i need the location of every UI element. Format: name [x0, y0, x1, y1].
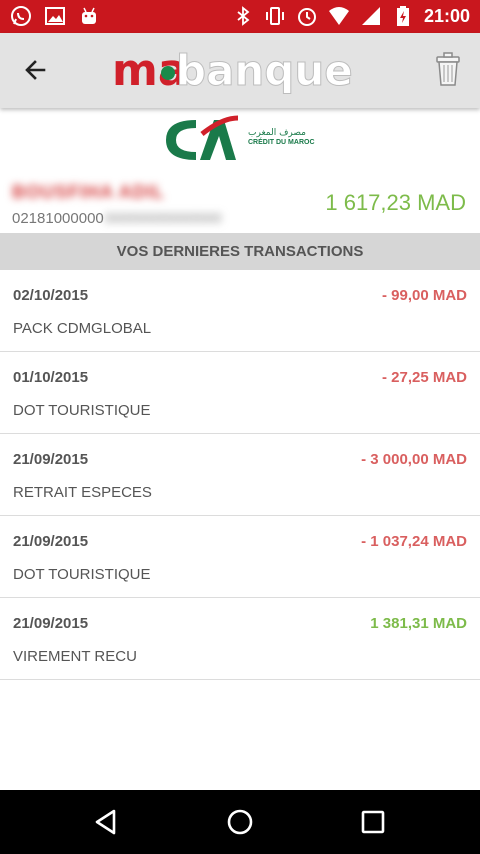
home-circle-icon [227, 809, 253, 835]
account-holder-name: BOUSFIHA ADIL [12, 182, 165, 202]
transactions-list: 02/10/2015 - 99,00 MAD PACK CDMGLOBAL 01… [0, 270, 480, 680]
nav-back-button[interactable] [90, 806, 122, 838]
transaction-amount: 1 381,31 MAD [370, 615, 467, 632]
alarm-icon [296, 5, 318, 27]
delete-button[interactable] [434, 50, 462, 88]
transaction-amount: - 27,25 MAD [381, 369, 467, 386]
transaction-row[interactable]: 02/10/2015 - 99,00 MAD PACK CDMGLOBAL [0, 270, 480, 352]
account-number-visible: 02181000000 [12, 210, 104, 227]
battery-charging-icon [392, 5, 414, 27]
account-balance: 1 617,23 MAD [325, 190, 466, 215]
app-bar: ma banque [0, 33, 480, 108]
transaction-amount: - 1 037,24 MAD [361, 533, 467, 550]
trash-icon [436, 52, 460, 86]
whatsapp-icon [10, 5, 32, 27]
transaction-row[interactable]: 01/10/2015 - 27,25 MAD DOT TOURISTIQUE [0, 352, 480, 434]
transactions-header: VOS DERNIERES TRANSACTIONS [0, 233, 480, 270]
account-number-redacted: 00000000000000 [104, 210, 222, 227]
transaction-date: 21/09/2015 [13, 533, 89, 550]
transaction-label: PACK CDMGLOBAL [13, 320, 152, 337]
gallery-icon [44, 5, 66, 27]
navigation-bar [0, 790, 480, 854]
status-time: 21:00 [423, 6, 470, 26]
nav-home-button[interactable] [224, 806, 256, 838]
transaction-amount: - 99,00 MAD [381, 287, 467, 304]
status-bar: 21:00 [0, 0, 480, 33]
logo-suffix: banque [176, 46, 353, 95]
transaction-label: DOT TOURISTIQUE [13, 566, 151, 583]
transaction-row[interactable]: 21/09/2015 - 3 000,00 MAD RETRAIT ESPECE… [0, 434, 480, 516]
transaction-amount: - 3 000,00 MAD [361, 451, 467, 468]
wifi-icon [328, 5, 350, 27]
bluetooth-icon [232, 5, 254, 27]
android-icon [78, 5, 100, 27]
transaction-row[interactable]: 21/09/2015 - 1 037,24 MAD DOT TOURISTIQU… [0, 516, 480, 598]
mabanque-logo: ma banque [112, 45, 353, 96]
transaction-date: 21/09/2015 [13, 451, 89, 468]
transaction-label: RETRAIT ESPECES [13, 484, 152, 501]
logo-dot [161, 66, 175, 80]
transaction-date: 21/09/2015 [13, 615, 89, 632]
nav-recents-button[interactable] [357, 806, 389, 838]
back-triangle-icon [95, 809, 116, 835]
credit-agricole-logo-icon [166, 115, 239, 160]
transaction-date: 01/10/2015 [13, 369, 89, 386]
transaction-date: 02/10/2015 [13, 287, 89, 304]
bank-name: CRÉDIT DU MAROC [248, 139, 315, 146]
signal-icon [360, 5, 382, 27]
back-button[interactable] [20, 55, 54, 85]
transaction-label: DOT TOURISTIQUE [13, 402, 151, 419]
recents-square-icon [361, 810, 385, 834]
transaction-row[interactable]: 21/09/2015 1 381,31 MAD VIREMENT RECU [0, 598, 480, 680]
account-number: 02181000000 00000000000000 [12, 210, 222, 230]
arrow-left-icon [25, 60, 46, 80]
bank-logo: مصرف المغرب CRÉDIT DU MAROC [162, 114, 322, 168]
transaction-label: VIREMENT RECU [13, 648, 137, 665]
bank-name-arabic: مصرف المغرب [248, 128, 307, 138]
vibrate-icon [264, 5, 286, 27]
